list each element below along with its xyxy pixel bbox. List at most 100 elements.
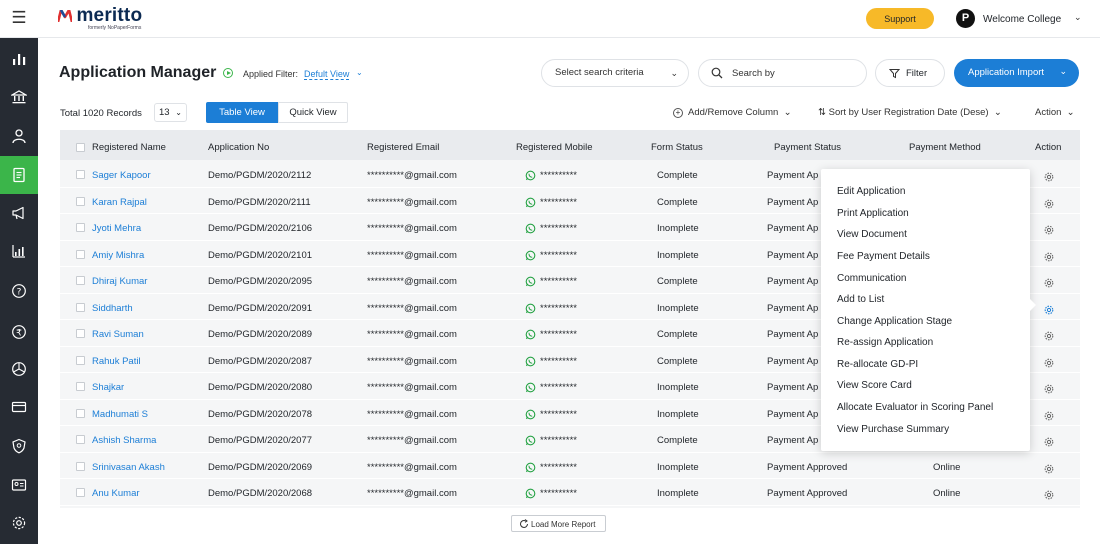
row-action-gear-icon[interactable] xyxy=(1044,196,1054,214)
row-checkbox[interactable] xyxy=(76,488,85,497)
row-action-gear-icon[interactable] xyxy=(1044,487,1054,505)
menu-item-change-application-stage[interactable]: Change Application Stage xyxy=(837,316,952,327)
row-action-gear-icon[interactable] xyxy=(1044,275,1054,293)
cell-registered-name[interactable]: Siddharth xyxy=(92,303,133,314)
cell-registered-name[interactable]: Shajkar xyxy=(92,382,124,393)
nav-help-icon[interactable]: ? xyxy=(0,272,38,310)
select-all-checkbox[interactable] xyxy=(76,143,85,152)
row-action-gear-icon[interactable] xyxy=(1044,302,1054,320)
cell-registered-name[interactable]: Sager Kapoor xyxy=(92,170,151,181)
row-action-gear-icon[interactable] xyxy=(1044,169,1054,187)
cell-registered-name[interactable]: Anu Kumar xyxy=(92,488,140,499)
whatsapp-icon[interactable] xyxy=(525,221,536,239)
applied-filter-value[interactable]: Defult View xyxy=(304,69,350,80)
row-checkbox[interactable] xyxy=(76,461,85,471)
whatsapp-icon[interactable] xyxy=(525,168,536,186)
row-checkbox[interactable] xyxy=(76,170,85,179)
table-row[interactable]: Anu Kumar Demo/PGDM/2020/2068 **********@g… xyxy=(60,479,1080,506)
row-checkbox[interactable] xyxy=(76,435,85,444)
nav-gear-icon[interactable] xyxy=(0,504,38,542)
whatsapp-icon[interactable] xyxy=(525,486,536,504)
col-header-application-no[interactable]: Application No xyxy=(208,142,269,153)
table-row[interactable]: Srinivasan Akash Demo/PGDM/2020/2069 *****… xyxy=(60,453,1080,479)
filter-button[interactable]: Filter xyxy=(875,59,945,87)
row-action-gear-icon[interactable] xyxy=(1044,222,1054,240)
row-action-gear-icon[interactable] xyxy=(1044,434,1054,452)
tab-quick-view[interactable]: Quick View xyxy=(278,102,348,123)
avatar[interactable]: P xyxy=(956,9,975,28)
bulk-action-dropdown[interactable]: Action ⌄ xyxy=(1035,107,1075,118)
col-header-payment-status[interactable]: Payment Status xyxy=(774,142,841,153)
row-action-gear-icon[interactable] xyxy=(1044,355,1054,373)
row-checkbox[interactable] xyxy=(76,355,85,365)
cell-registered-name[interactable]: Ashish Sharma xyxy=(92,435,156,446)
nav-shield-icon[interactable] xyxy=(0,427,38,465)
menu-item-fee-payment-details[interactable]: Fee Payment Details xyxy=(837,251,930,262)
hamburger-menu-icon[interactable]: ☰ xyxy=(10,9,28,27)
menu-item-edit-application[interactable]: Edit Application xyxy=(837,186,905,197)
row-checkbox[interactable] xyxy=(76,223,85,232)
application-import-button[interactable]: Application Import ⌄ xyxy=(954,59,1079,87)
menu-item-communication[interactable]: Communication xyxy=(837,273,906,284)
col-header-registered-email[interactable]: Registered Email xyxy=(367,142,439,153)
row-checkbox[interactable] xyxy=(76,249,85,259)
row-action-gear-icon[interactable] xyxy=(1044,249,1054,267)
col-header-payment-method[interactable]: Payment Method xyxy=(909,142,981,153)
meritto-logo[interactable]: meritto formerly NoPaperForms xyxy=(58,6,142,31)
col-header-registered-mobile[interactable]: Registered Mobile xyxy=(516,142,593,153)
menu-item-add-to-list[interactable]: Add to List xyxy=(837,294,884,305)
page-size-select[interactable]: 13 ⌄ xyxy=(154,103,187,122)
cell-registered-name[interactable]: Jyoti Mehra xyxy=(92,223,141,234)
nav-megaphone-icon[interactable] xyxy=(0,194,38,232)
nav-rupee-icon[interactable]: ₹ xyxy=(0,313,38,351)
welcome-label[interactable]: Welcome College xyxy=(983,14,1061,25)
col-header-form-status[interactable]: Form Status xyxy=(651,142,703,153)
applied-filter-chevron-down-icon[interactable]: ⌄ xyxy=(356,68,363,77)
nav-card-icon[interactable] xyxy=(0,388,38,426)
whatsapp-icon[interactable] xyxy=(525,460,536,478)
cell-registered-name[interactable]: Madhumati S xyxy=(92,409,148,420)
cell-registered-name[interactable]: Amiy Mishra xyxy=(92,250,144,261)
nav-id-card-icon[interactable] xyxy=(0,466,38,504)
nav-bank-icon[interactable] xyxy=(0,78,38,116)
search-criteria-select[interactable]: Select search criteria ⌄ xyxy=(541,59,689,87)
cell-registered-name[interactable]: Karan Rajpal xyxy=(92,197,147,208)
row-checkbox[interactable] xyxy=(76,408,85,418)
menu-item-allocate-evaluator[interactable]: Allocate Evaluator in Scoring Panel xyxy=(837,402,993,413)
row-checkbox[interactable] xyxy=(76,276,85,285)
nav-analytics-icon[interactable] xyxy=(0,232,38,270)
menu-item-view-score-card[interactable]: View Score Card xyxy=(837,380,912,391)
row-action-gear-icon[interactable] xyxy=(1044,328,1054,346)
whatsapp-icon[interactable] xyxy=(525,301,536,319)
whatsapp-icon[interactable] xyxy=(525,274,536,292)
menu-item-view-purchase-summary[interactable]: View Purchase Summary xyxy=(837,424,949,435)
whatsapp-icon[interactable] xyxy=(525,354,536,372)
play-circle-icon[interactable] xyxy=(223,68,233,78)
row-action-gear-icon[interactable] xyxy=(1044,381,1054,399)
row-checkbox[interactable] xyxy=(76,302,85,312)
search-box[interactable] xyxy=(698,59,867,87)
search-input[interactable] xyxy=(732,66,852,81)
whatsapp-icon[interactable] xyxy=(525,407,536,425)
whatsapp-icon[interactable] xyxy=(525,248,536,266)
row-action-gear-icon[interactable] xyxy=(1044,461,1054,479)
whatsapp-icon[interactable] xyxy=(525,327,536,345)
cell-registered-name[interactable]: Dhiraj Kumar xyxy=(92,276,147,287)
row-action-gear-icon[interactable] xyxy=(1044,408,1054,426)
nav-bar-chart-icon[interactable] xyxy=(0,40,38,78)
menu-item-reassign-application[interactable]: Re-assign Application xyxy=(837,337,933,348)
support-button[interactable]: Support xyxy=(866,8,934,29)
row-checkbox[interactable] xyxy=(76,196,85,206)
menu-item-view-document[interactable]: View Document xyxy=(837,229,907,240)
nav-pie-chart-icon[interactable] xyxy=(0,350,38,388)
cell-registered-name[interactable]: Rahuk Patil xyxy=(92,356,141,367)
add-remove-column-dropdown[interactable]: + Add/Remove Column ⌄ xyxy=(673,107,792,118)
col-header-registered-name[interactable]: Registered Name xyxy=(92,142,166,153)
whatsapp-icon[interactable] xyxy=(525,433,536,451)
sort-by-dropdown[interactable]: ⇅ Sort by User Registration Date (Dese) … xyxy=(818,107,1002,118)
menu-item-reallocate-gd-pi[interactable]: Re-allocate GD-PI xyxy=(837,359,918,370)
nav-user-icon[interactable] xyxy=(0,117,38,155)
row-checkbox[interactable] xyxy=(76,329,85,338)
whatsapp-icon[interactable] xyxy=(525,195,536,213)
tab-table-view[interactable]: Table View xyxy=(206,102,278,123)
